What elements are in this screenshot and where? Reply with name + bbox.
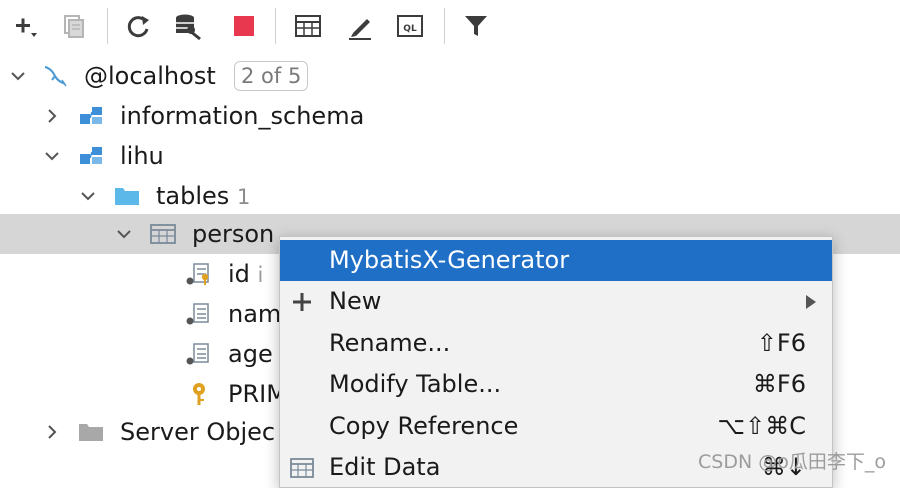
tables-count: 1 [236, 185, 251, 209]
schema-count-badge: 2 of 5 [234, 61, 309, 91]
column-icon [186, 343, 209, 365]
stop-button[interactable] [226, 8, 262, 44]
toolbar-separator [275, 8, 276, 44]
table-label: person [192, 220, 275, 248]
column-label: age [228, 340, 273, 368]
plus-icon [293, 293, 311, 311]
toolbar-separator [444, 8, 445, 44]
menu-item-label: Edit Data [329, 453, 441, 481]
menu-item-new[interactable]: New [280, 281, 832, 322]
chevron-right-icon[interactable] [42, 106, 62, 126]
filter-icon [465, 16, 487, 36]
menu-item-shortcut: ⌥⇧⌘C [717, 412, 806, 440]
submenu-arrow-icon [806, 295, 816, 309]
schema-label: information_schema [120, 102, 365, 130]
tree-node-tables[interactable]: tables 1 [0, 176, 900, 216]
toolbar-separator [107, 8, 108, 44]
table-icon [150, 224, 176, 244]
copy-icon [64, 15, 84, 38]
menu-item-shortcut: ⌘F6 [752, 370, 806, 398]
column-label: id i [228, 260, 264, 288]
ql-console-icon: QL [397, 15, 423, 37]
tree-node-information-schema[interactable]: information_schema [0, 96, 900, 136]
menu-item-shortcut: ⇧F6 [756, 329, 806, 357]
menu-item-label: New [329, 287, 382, 315]
stop-icon [234, 16, 254, 36]
table-icon [295, 15, 321, 37]
column-icon [186, 303, 209, 325]
menu-item-label: Modify Table... [329, 370, 502, 398]
menu-item-label: Copy Reference [329, 412, 519, 440]
add-button[interactable] [6, 8, 42, 44]
folder-icon [79, 424, 103, 441]
schema-settings-button[interactable] [170, 8, 206, 44]
tree-node-lihu[interactable]: lihu [0, 136, 900, 176]
folder-icon [115, 188, 139, 205]
menu-item-rename[interactable]: Rename... ⇧F6 [280, 323, 832, 364]
column-type-hint: i [257, 263, 264, 287]
duplicate-button[interactable] [56, 8, 92, 44]
key-icon [193, 383, 205, 405]
table-view-button[interactable] [290, 8, 326, 44]
table-icon [290, 458, 314, 478]
database-wrench-icon [176, 14, 201, 41]
menu-item-mybatisx-generator[interactable]: MybatisX-Generator [280, 240, 832, 281]
schema-label: lihu [120, 142, 164, 170]
folder-label: Server Objec [120, 418, 276, 446]
watermark: CSDN @o瓜田李下_o [698, 451, 886, 473]
chevron-right-icon[interactable] [42, 422, 62, 442]
menu-item-modify-table[interactable]: Modify Table... ⌘F6 [280, 364, 832, 405]
toolbar: QL [0, 0, 900, 52]
plus-icon [16, 18, 37, 37]
mysql-dolphin-icon [44, 66, 67, 87]
menu-item-label: Rename... [329, 329, 451, 357]
chevron-down-icon[interactable] [114, 224, 134, 244]
chevron-down-icon[interactable] [78, 186, 98, 206]
svg-text:QL: QL [403, 24, 417, 34]
menu-item-label: MybatisX-Generator [329, 246, 570, 274]
column-label: nam [228, 300, 282, 328]
host-label: @localhost [84, 62, 216, 90]
tree-node-localhost[interactable]: @localhost 2 of 5 [0, 56, 900, 96]
column-key-icon [186, 263, 209, 285]
schema-icon [80, 107, 102, 124]
filter-button[interactable] [458, 8, 494, 44]
chevron-down-icon[interactable] [8, 66, 28, 86]
menu-item-copy-reference[interactable]: Copy Reference ⌥⇧⌘C [280, 406, 832, 447]
refresh-button[interactable] [120, 8, 156, 44]
refresh-icon [127, 16, 149, 38]
chevron-down-icon[interactable] [42, 146, 62, 166]
query-console-button[interactable]: QL [392, 8, 428, 44]
edit-button[interactable] [342, 8, 378, 44]
folder-label: tables 1 [156, 182, 251, 210]
schema-icon [80, 147, 102, 164]
pencil-icon [349, 19, 371, 40]
